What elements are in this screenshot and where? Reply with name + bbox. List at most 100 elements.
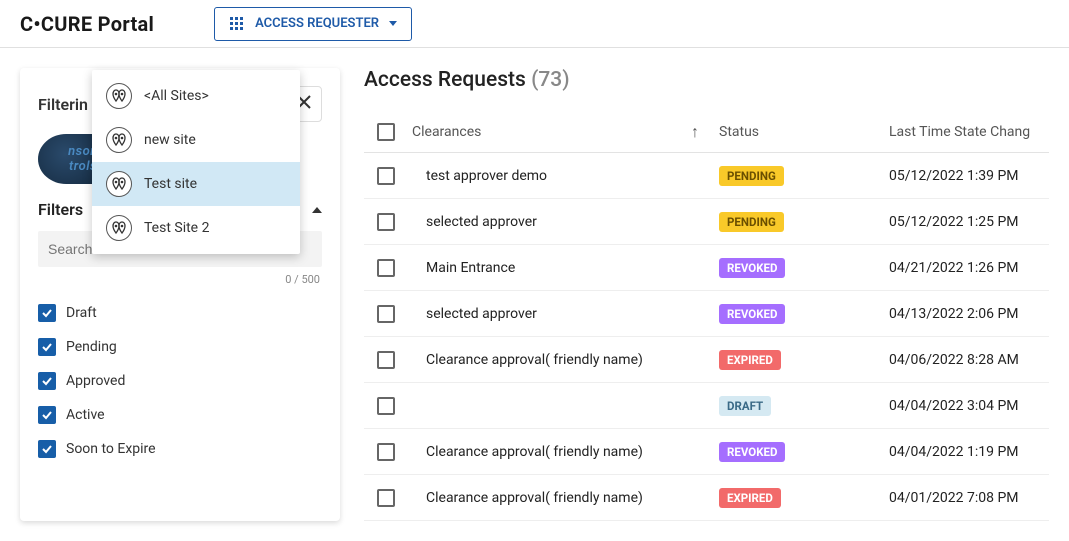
table-row[interactable]: Main EntranceREVOKED 04/21/2022 1:26 PM (364, 245, 1049, 291)
filters-heading: Filters (38, 200, 83, 219)
row-checkbox-cell (364, 489, 408, 507)
table-row[interactable]: test approver demoPENDING 05/12/2022 1:39… (364, 153, 1049, 199)
filter-item[interactable]: Approved (38, 364, 322, 398)
column-status[interactable]: Status (719, 124, 889, 140)
chevron-down-icon (389, 21, 397, 26)
filter-item[interactable]: Active (38, 398, 322, 432)
row-checkbox-cell (364, 167, 408, 185)
apps-grid-icon (229, 16, 245, 32)
status-badge: REVOKED (719, 442, 785, 462)
role-label: ACCESS REQUESTER (255, 16, 379, 31)
row-checkbox[interactable] (377, 443, 395, 461)
cell-clearance: Clearance approval( friendly name) (408, 352, 719, 368)
row-checkbox-cell (364, 351, 408, 369)
row-checkbox[interactable] (377, 397, 395, 415)
row-checkbox[interactable] (377, 213, 395, 231)
filter-label: Active (66, 407, 105, 423)
map-pin-icon (106, 215, 132, 241)
cell-time: 05/12/2022 1:39 PM (889, 168, 1049, 184)
table-row[interactable]: DRAFT 04/04/2022 3:04 PM (364, 383, 1049, 429)
site-item-label: Test site (144, 176, 197, 192)
site-item[interactable]: <All Sites> (92, 74, 300, 118)
status-badge: PENDING (719, 166, 784, 186)
filter-item[interactable]: Pending (38, 330, 322, 364)
select-all-checkbox[interactable] (377, 123, 395, 141)
filter-checkbox[interactable] (38, 372, 56, 390)
row-checkbox[interactable] (377, 489, 395, 507)
role-selector-button[interactable]: ACCESS REQUESTER (214, 7, 412, 41)
filter-checkbox[interactable] (38, 440, 56, 458)
filter-list: Draft Pending Approved Active Soon to Expire (38, 296, 322, 466)
cell-status: DRAFT (719, 395, 889, 416)
map-pin-icon (106, 83, 132, 109)
status-badge: REVOKED (719, 258, 785, 278)
portal-title: C•CURE Portal (20, 12, 154, 36)
site-item[interactable]: Test site (92, 162, 300, 206)
chevron-up-icon[interactable] (312, 207, 322, 213)
cell-time: 05/12/2022 1:25 PM (889, 214, 1049, 230)
table-row[interactable]: Clearance approval( friendly name)REVOKE… (364, 429, 1049, 475)
row-checkbox[interactable] (377, 259, 395, 277)
site-item-label: <All Sites> (144, 88, 209, 104)
row-checkbox[interactable] (377, 305, 395, 323)
site-item-label: new site (144, 132, 196, 148)
row-checkbox-cell (364, 213, 408, 231)
table-row[interactable]: selected approverREVOKED04/13/2022 2:06 … (364, 291, 1049, 337)
map-pin-icon (106, 171, 132, 197)
column-clearances[interactable]: Clearances ↑ (408, 122, 719, 142)
row-checkbox-cell (364, 305, 408, 323)
table-body: test approver demoPENDING05/12/2022 1:39… (364, 153, 1049, 521)
main-panel: Access Requests (73) Clearances ↑ Status… (360, 68, 1049, 521)
table-header: Clearances ↑ Status Last Time State Chan… (364, 112, 1049, 153)
status-badge: DRAFT (719, 396, 771, 416)
cell-time: 04/21/2022 1:26 PM (889, 260, 1049, 276)
cell-clearance: selected approver (408, 214, 719, 230)
map-pin-icon (106, 127, 132, 153)
cell-clearance: Main Entrance (408, 260, 719, 276)
status-badge: EXPIRED (719, 350, 781, 370)
site-selector-popover: <All Sites> new site Test site Test Site 2 (92, 70, 300, 254)
filter-label: Draft (66, 305, 97, 321)
filter-checkbox[interactable] (38, 304, 56, 322)
page-title-count: (73) (531, 68, 569, 92)
site-item-label: Test Site 2 (144, 220, 209, 236)
cell-clearance: test approver demo (408, 168, 719, 184)
cell-time: 04/04/2022 3:04 PM (889, 398, 1049, 414)
column-last-time[interactable]: Last Time State Chang (889, 124, 1049, 140)
row-checkbox[interactable] (377, 167, 395, 185)
search-char-count: 0 / 500 (38, 273, 320, 286)
page-title: Access Requests (73) (364, 68, 1049, 92)
app-header: C•CURE Portal ACCESS REQUESTER (0, 0, 1069, 48)
filter-label: Pending (66, 339, 117, 355)
row-checkbox-cell (364, 259, 408, 277)
status-badge: REVOKED (719, 304, 785, 324)
cell-clearance: Clearance approval( friendly name) (408, 444, 719, 460)
filter-checkbox[interactable] (38, 338, 56, 356)
filter-item[interactable]: Soon to Expire (38, 432, 322, 466)
column-clearances-label: Clearances (412, 124, 481, 140)
cell-status: REVOKED (719, 441, 889, 462)
row-checkbox-cell (364, 443, 408, 461)
site-item[interactable]: Test Site 2 (92, 206, 300, 250)
table-row[interactable]: Clearance approval( friendly name)EXPIRE… (364, 475, 1049, 521)
cell-status: PENDING (719, 211, 889, 232)
cell-time: 04/06/2022 8:28 AM (889, 352, 1049, 368)
cell-status: EXPIRED (719, 349, 889, 370)
table-row[interactable]: selected approverPENDING 05/12/2022 1:25 … (364, 199, 1049, 245)
filter-checkbox[interactable] (38, 406, 56, 424)
cell-time: 04/04/2022 1:19 PM (889, 444, 1049, 460)
status-badge: PENDING (719, 212, 784, 232)
cell-clearance: selected approver (408, 306, 719, 322)
header-checkbox-cell (364, 123, 408, 141)
cell-status: EXPIRED (719, 487, 889, 508)
cell-time: 04/01/2022 7:08 PM (889, 490, 1049, 506)
site-item[interactable]: new site (92, 118, 300, 162)
sort-ascending-icon: ↑ (691, 122, 699, 142)
cell-clearance: Clearance approval( friendly name) (408, 490, 719, 506)
row-checkbox-cell (364, 397, 408, 415)
filtering-heading: Filterin (38, 95, 88, 114)
filter-item[interactable]: Draft (38, 296, 322, 330)
table-row[interactable]: Clearance approval( friendly name)EXPIRE… (364, 337, 1049, 383)
cell-status: PENDING (719, 165, 889, 186)
row-checkbox[interactable] (377, 351, 395, 369)
